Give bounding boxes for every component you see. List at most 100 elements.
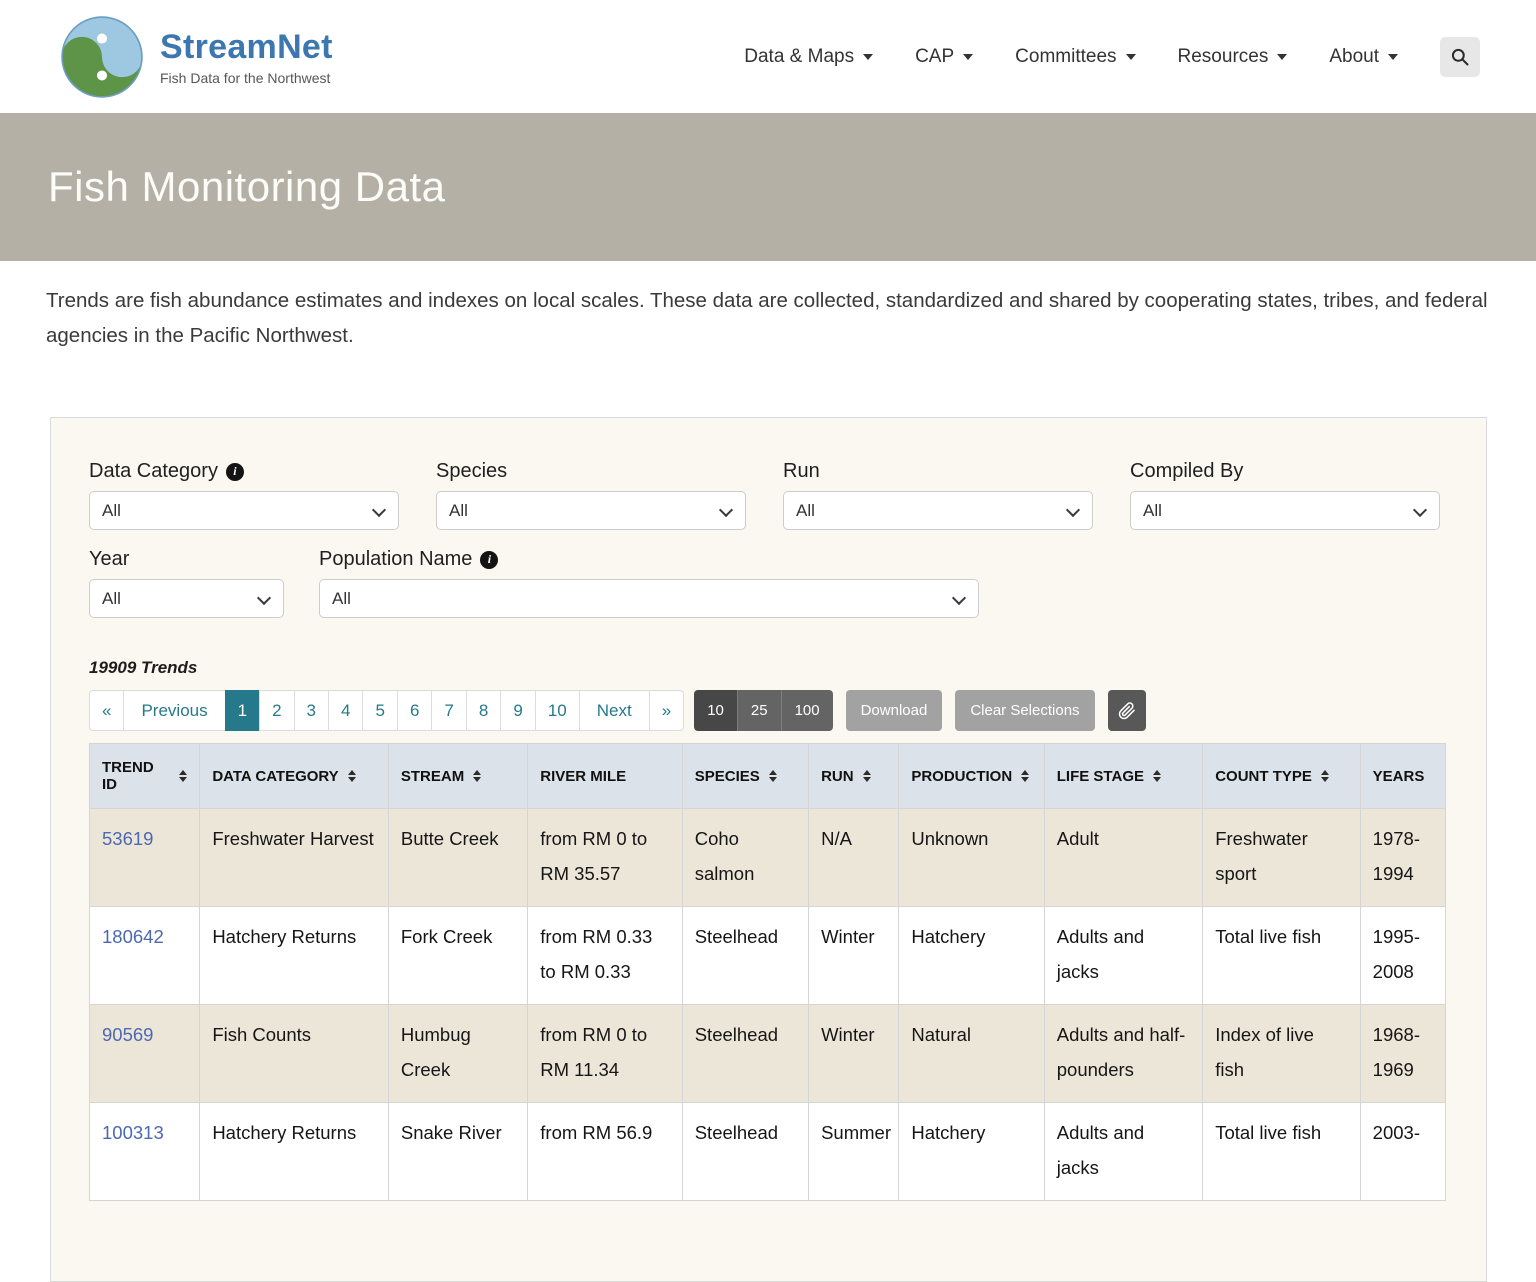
data-category-select[interactable]: All (89, 491, 399, 530)
cell-life-stage: Adult (1044, 809, 1202, 907)
pagination-page-1[interactable]: 1 (225, 690, 260, 731)
intro-paragraph: Trends are fish abundance estimates and … (46, 283, 1490, 353)
attachment-button[interactable] (1108, 690, 1146, 731)
column-header-data-category[interactable]: DATA CATEGORY (200, 744, 389, 809)
trend-id-link[interactable]: 100313 (102, 1122, 164, 1143)
filter-label-text: Year (89, 548, 129, 571)
cell-species: Coho salmon (682, 809, 808, 907)
cell-river-mile: from RM 0.33 to RM 0.33 (528, 907, 682, 1005)
cell-species: Steelhead (682, 1103, 808, 1201)
column-header-species[interactable]: SPECIES (682, 744, 808, 809)
nav-committees[interactable]: Committees (1015, 46, 1135, 68)
cell-count-type: Total live fish (1203, 1103, 1360, 1201)
chevron-down-icon (1277, 54, 1287, 60)
filter-species: Species All (436, 460, 746, 530)
population-name-select[interactable]: All (319, 579, 979, 618)
page-title: Fish Monitoring Data (48, 163, 446, 211)
pagination-page-8[interactable]: 8 (466, 690, 501, 731)
pagination-last[interactable]: » (649, 690, 684, 731)
page-size-100-button[interactable]: 100 (781, 690, 833, 731)
streamnet-logo-icon (60, 15, 144, 99)
cell-run: Winter (809, 1005, 899, 1103)
column-header-run[interactable]: RUN (809, 744, 899, 809)
pagination-previous[interactable]: Previous (123, 690, 225, 731)
cell-production: Hatchery (899, 1103, 1044, 1201)
cell-run: Summer (809, 1103, 899, 1201)
column-header-count-type[interactable]: COUNT TYPE (1203, 744, 1360, 809)
nav-about[interactable]: About (1329, 46, 1398, 68)
trend-id-link[interactable]: 180642 (102, 926, 164, 947)
population-name-select-wrap: All (319, 579, 979, 618)
table-row: 100313 Hatchery Returns Snake River from… (90, 1103, 1446, 1201)
pagination-page-3[interactable]: 3 (294, 690, 329, 731)
species-select[interactable]: All (436, 491, 746, 530)
filter-compiled-by: Compiled By All (1130, 460, 1440, 530)
filter-label: Run (783, 460, 1093, 483)
search-icon (1450, 47, 1470, 67)
cell-life-stage: Adults and jacks (1044, 907, 1202, 1005)
cell-trend-id: 100313 (90, 1103, 200, 1201)
chevron-down-icon (863, 54, 873, 60)
pagination-first[interactable]: « (89, 690, 124, 731)
column-label: YEARS (1373, 768, 1425, 785)
column-header-stream[interactable]: STREAM (388, 744, 527, 809)
cell-stream: Humbug Creek (388, 1005, 527, 1103)
pagination-page-10[interactable]: 10 (535, 690, 580, 731)
info-icon[interactable] (226, 463, 244, 481)
run-select[interactable]: All (783, 491, 1093, 530)
filter-label: Data Category (89, 460, 399, 483)
sort-icon (473, 770, 481, 782)
data-category-select-wrap: All (89, 491, 399, 530)
nav-cap[interactable]: CAP (915, 46, 973, 68)
filter-label-text: Population Name (319, 548, 472, 571)
cell-data-category: Freshwater Harvest (200, 809, 389, 907)
cell-species: Steelhead (682, 1005, 808, 1103)
pagination-page-7[interactable]: 7 (431, 690, 466, 731)
cell-river-mile: from RM 56.9 (528, 1103, 682, 1201)
nav-data-and-maps[interactable]: Data & Maps (744, 46, 873, 68)
column-header-trend-id[interactable]: TREND ID (90, 744, 200, 809)
cell-data-category: Fish Counts (200, 1005, 389, 1103)
column-header-life-stage[interactable]: LIFE STAGE (1044, 744, 1202, 809)
nav-label: Committees (1015, 46, 1116, 68)
column-label: COUNT TYPE (1215, 768, 1312, 785)
download-button[interactable]: Download (846, 690, 943, 731)
year-select[interactable]: All (89, 579, 284, 618)
filter-label: Species (436, 460, 746, 483)
pagination-page-2[interactable]: 2 (259, 690, 294, 731)
pagination-page-5[interactable]: 5 (362, 690, 397, 731)
sort-icon (863, 770, 871, 782)
cell-trend-id: 53619 (90, 809, 200, 907)
info-icon[interactable] (480, 551, 498, 569)
pagination-page-6[interactable]: 6 (397, 690, 432, 731)
filter-label-text: Compiled By (1130, 460, 1243, 483)
filter-label-text: Species (436, 460, 507, 483)
column-label: TREND ID (102, 759, 170, 793)
filter-data-category: Data Category All (89, 460, 399, 530)
filter-label-text: Data Category (89, 460, 218, 483)
filter-label: Compiled By (1130, 460, 1440, 483)
page-size-10-button[interactable]: 10 (694, 690, 737, 731)
column-header-river-mile: RIVER MILE (528, 744, 682, 809)
nav-label: Data & Maps (744, 46, 854, 68)
nav-label: About (1329, 46, 1379, 68)
filter-run: Run All (783, 460, 1093, 530)
results-count: 19909 Trends (89, 658, 1446, 678)
pagination-page-4[interactable]: 4 (328, 690, 363, 731)
page-size-25-button[interactable]: 25 (737, 690, 781, 731)
cell-production: Natural (899, 1005, 1044, 1103)
clear-selections-button[interactable]: Clear Selections (955, 690, 1094, 731)
column-header-production[interactable]: PRODUCTION (899, 744, 1044, 809)
search-button[interactable] (1440, 37, 1480, 77)
trend-id-link[interactable]: 53619 (102, 828, 153, 849)
filter-label: Year (89, 548, 284, 571)
trends-table: TREND ID DATA CATEGORY STREAM RIVER MILE… (89, 743, 1446, 1201)
pagination-next[interactable]: Next (579, 690, 650, 731)
nav-resources[interactable]: Resources (1178, 46, 1288, 68)
filter-label-text: Run (783, 460, 820, 483)
column-label: SPECIES (695, 768, 760, 785)
brand-home-link[interactable]: StreamNet Fish Data for the Northwest (60, 15, 333, 99)
pagination-page-9[interactable]: 9 (500, 690, 535, 731)
compiled-by-select[interactable]: All (1130, 491, 1440, 530)
trend-id-link[interactable]: 90569 (102, 1024, 153, 1045)
